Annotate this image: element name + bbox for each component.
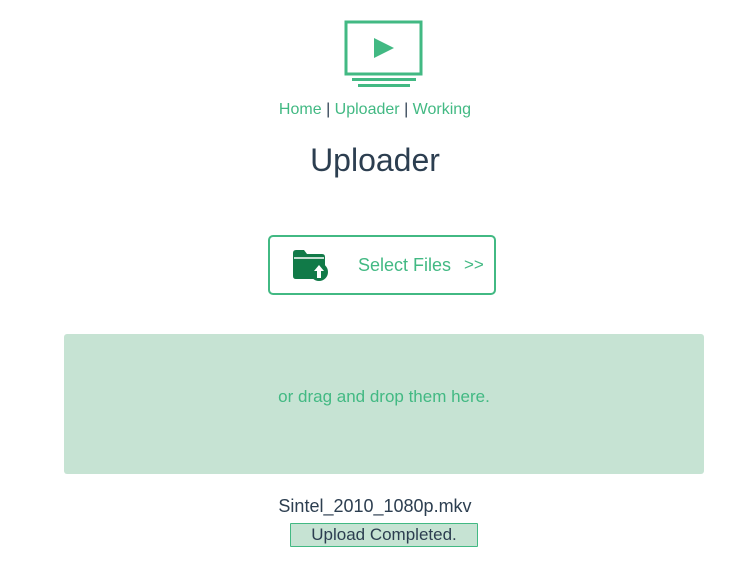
select-files-label: Select Files	[358, 255, 452, 275]
nav-link-home[interactable]: Home	[279, 101, 322, 118]
upload-status-badge: Upload Completed.	[290, 523, 478, 547]
select-files-arrows: >>	[464, 255, 484, 274]
drop-zone-hint: or drag and drop them here.	[278, 387, 490, 406]
page-title: Uploader	[310, 142, 440, 178]
drop-zone[interactable]: or drag and drop them here.	[64, 334, 704, 474]
uploaded-filename: Sintel_2010_1080p.mkv	[278, 496, 472, 516]
nav-link-uploader[interactable]: Uploader	[335, 101, 400, 118]
tv-play-icon	[344, 20, 424, 90]
folder-upload-icon	[291, 247, 329, 281]
nav-separator: |	[404, 101, 409, 118]
nav-separator: |	[326, 101, 331, 118]
nav-link-working[interactable]: Working	[413, 101, 471, 118]
select-files-button[interactable]: Select Files >>	[268, 235, 496, 295]
top-nav: Home | Uploader | Working	[0, 100, 750, 120]
